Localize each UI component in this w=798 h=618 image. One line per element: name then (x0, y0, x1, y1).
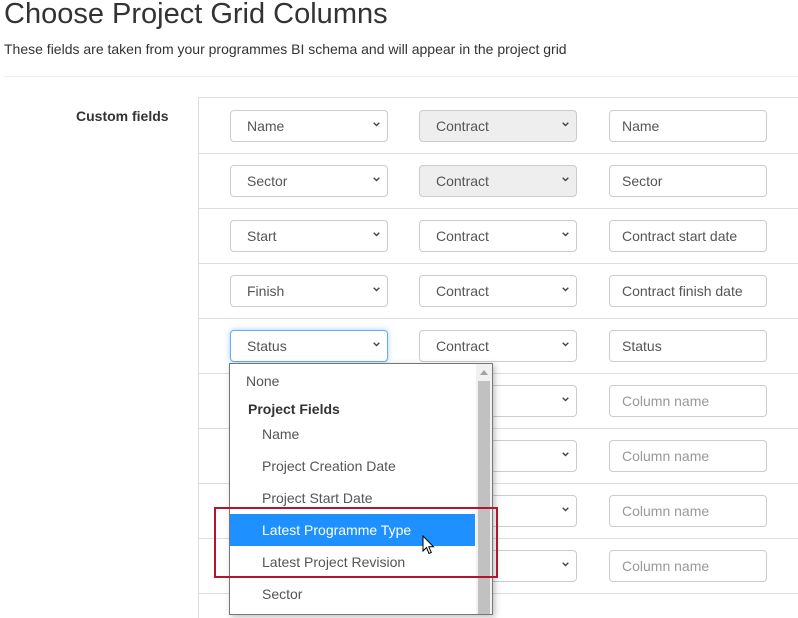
table-row: Start Contract Contract start date (199, 208, 798, 264)
field-select[interactable]: Status (230, 330, 388, 362)
chevron-down-icon (373, 287, 380, 292)
column-name-input[interactable]: Column name (609, 440, 767, 472)
column-name-input[interactable]: Contract start date (609, 220, 767, 252)
table-row: Finish Contract Contract finish date (199, 263, 798, 319)
field-select[interactable]: Start (230, 220, 388, 252)
source-select: Contract (419, 110, 577, 142)
source-select: Contract (419, 165, 577, 197)
dropdown-option[interactable]: Sector (230, 578, 475, 610)
dropdown-option[interactable]: Project Creation Date (230, 450, 475, 482)
table-row: Sector Contract Sector (199, 153, 798, 209)
column-name-input[interactable]: Sector (609, 165, 767, 197)
source-select-value: Contract (436, 118, 489, 134)
dropdown-option[interactable]: None (230, 364, 475, 390)
chevron-down-icon (373, 177, 380, 182)
source-select-value: Contract (436, 283, 489, 299)
source-select[interactable]: Contract (419, 220, 577, 252)
field-select-value: Name (247, 118, 285, 134)
column-name-input[interactable]: Column name (609, 550, 767, 582)
dropdown-group-label: Project Fields (248, 401, 340, 417)
chevron-down-icon (562, 452, 569, 457)
dropdown-option[interactable]: Project Start Date (230, 482, 475, 514)
field-select-value: Status (247, 338, 287, 354)
chevron-down-icon (373, 342, 380, 347)
custom-fields-label: Custom fields (76, 108, 169, 124)
chevron-down-icon (562, 397, 569, 402)
chevron-down-icon (373, 232, 380, 237)
chevron-down-icon (373, 122, 380, 127)
chevron-down-icon (562, 232, 569, 237)
field-select-value: Finish (247, 283, 285, 299)
field-select-value: Sector (247, 173, 288, 189)
field-select-value: Start (247, 228, 277, 244)
column-name-input[interactable]: Name (609, 110, 767, 142)
chevron-down-icon (562, 287, 569, 292)
dropdown-option[interactable]: Latest Project Revision (230, 546, 475, 578)
field-select[interactable]: Name (230, 110, 388, 142)
chevron-down-icon (562, 342, 569, 347)
divider (4, 76, 798, 77)
field-select[interactable]: Finish (230, 275, 388, 307)
scroll-up-arrow-icon[interactable] (480, 370, 488, 375)
dropdown-scrollbar[interactable] (476, 364, 492, 614)
chevron-down-icon (562, 562, 569, 567)
source-select[interactable]: Contract (419, 275, 577, 307)
chevron-down-icon (562, 177, 569, 182)
page-title: Choose Project Grid Columns (4, 0, 388, 30)
dropdown-option[interactable]: Name (230, 418, 475, 450)
page-subtitle: These fields are taken from your program… (4, 41, 567, 57)
scrollbar-thumb[interactable] (478, 381, 490, 614)
chevron-down-icon (562, 507, 569, 512)
field-select[interactable]: Sector (230, 165, 388, 197)
column-name-input[interactable]: Contract finish date (609, 275, 767, 307)
dropdown-option[interactable]: Latest Programme Type (230, 514, 475, 546)
chevron-down-icon (562, 122, 569, 127)
field-dropdown-list[interactable]: Sector Latest Project Revision Latest Prog… (229, 363, 493, 615)
column-name-input[interactable]: Status (609, 330, 767, 362)
mouse-cursor-icon (422, 535, 435, 555)
table-row: Name Contract Name (199, 98, 798, 154)
column-name-input[interactable]: Column name (609, 385, 767, 417)
source-select-value: Contract (436, 228, 489, 244)
source-select-value: Contract (436, 173, 489, 189)
source-select-value: Contract (436, 338, 489, 354)
source-select[interactable]: Contract (419, 330, 577, 362)
column-name-input[interactable]: Column name (609, 495, 767, 527)
